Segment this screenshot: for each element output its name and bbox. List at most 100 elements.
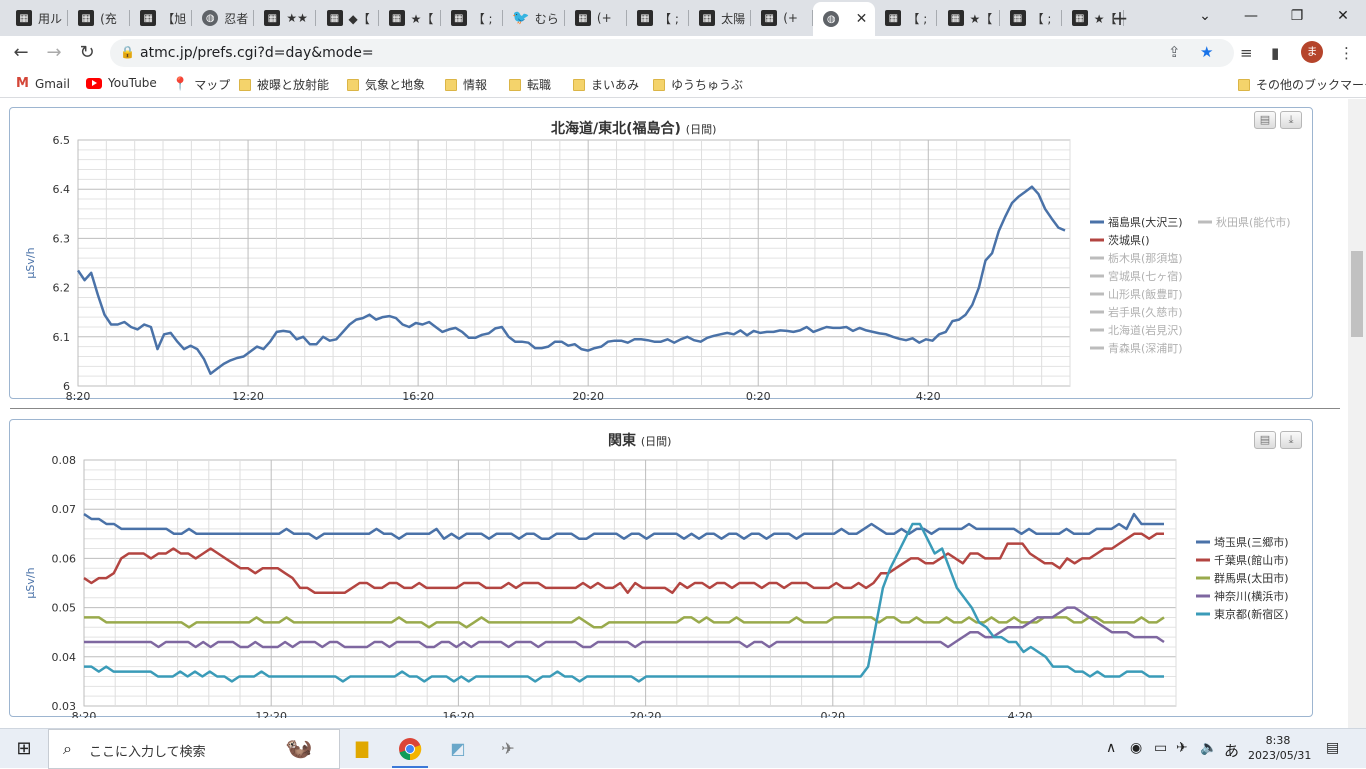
tab-close-icon[interactable]: ✕ — [856, 11, 868, 27]
tab[interactable]: ▦ ★【 — [379, 4, 441, 32]
bookmark-folder[interactable]: ゆうちゅうぶ — [653, 76, 743, 93]
minimize-button[interactable]: — — [1238, 4, 1264, 28]
y-tick-label: 6.1 — [53, 331, 71, 344]
legend-item[interactable]: 福島県(大沢三) — [1090, 215, 1183, 229]
media-control-icon[interactable]: ≡ — [1240, 44, 1253, 62]
bookmark-maps[interactable]: 📍 マップ — [172, 76, 230, 93]
dark-site-icon: ▦ — [699, 10, 716, 26]
legend-item[interactable]: 宮城県(七ヶ宿) — [1090, 269, 1183, 283]
reload-icon[interactable]: ↻ — [74, 40, 100, 66]
legend-item[interactable]: 神奈川(横浜市) — [1196, 589, 1289, 603]
bookmark-folder[interactable]: 被曝と放射能 — [239, 76, 329, 93]
bookmark-folder[interactable]: 情報 — [445, 76, 487, 93]
legend-item[interactable]: 千葉県(館山市) — [1196, 553, 1289, 567]
notepad-icon[interactable]: ◩ — [446, 737, 470, 761]
bookmark-folder[interactable]: まいあみ — [573, 76, 639, 93]
app-icon[interactable]: ✈ — [496, 737, 520, 761]
search-icon: ⌕ — [63, 739, 72, 758]
forward-icon[interactable]: → — [41, 40, 67, 66]
dark-site-icon: ▦ — [761, 10, 778, 26]
legend-label: 群馬県(太田市) — [1214, 571, 1289, 585]
restore-button[interactable]: ❐ — [1284, 4, 1310, 28]
legend-item[interactable]: 茨城県() — [1090, 233, 1150, 247]
legend-item[interactable]: 青森県(深浦町) — [1090, 341, 1183, 355]
dark-site-icon: ▦ — [264, 10, 281, 26]
battery-icon[interactable]: ▭ — [1154, 740, 1167, 756]
tab[interactable]: ▦ 【 ; — [441, 4, 503, 32]
legend-item[interactable]: 栃木県(那須塩) — [1090, 251, 1183, 265]
network-icon[interactable]: ✈ — [1176, 740, 1188, 756]
tab[interactable]: ▦ (+ — [751, 4, 814, 32]
chrome-icon[interactable] — [398, 737, 422, 761]
bookmark-star-icon[interactable]: ★ — [1200, 43, 1213, 61]
dark-site-icon: ▦ — [140, 10, 157, 26]
bookmark-folder[interactable]: 気象と地象 — [347, 76, 425, 93]
tab[interactable]: ▦ 【 ; — [627, 4, 690, 32]
tab-title: 用ル — [38, 11, 63, 26]
legend-item[interactable]: 埼玉県(三郷市) — [1196, 535, 1289, 549]
legend-label: 宮城県(七ヶ宿) — [1108, 269, 1183, 283]
folder-icon — [509, 78, 521, 91]
new-tab-button[interactable]: + — [1108, 6, 1132, 30]
lock-icon[interactable]: 🔒 — [120, 45, 135, 59]
bookmark-folder[interactable]: 転職 — [509, 76, 551, 93]
legend-item[interactable]: 秋田県(能代市) — [1198, 215, 1291, 229]
line-chart: 0.030.040.050.060.070.088:20 12:20 16:20 20… — [24, 454, 1289, 718]
notification-icon[interactable]: ▤ — [1326, 740, 1339, 756]
share-icon[interactable]: ⇪ — [1168, 43, 1181, 61]
scrollbar[interactable] — [1348, 99, 1366, 728]
dark-site-icon: ▦ — [78, 10, 95, 26]
chevron-up-icon[interactable]: ∧ — [1106, 740, 1116, 756]
tab[interactable]: ▦ 太陽 — [689, 4, 752, 32]
legend-item[interactable]: 岩手県(久慈市) — [1090, 305, 1183, 319]
tab-active[interactable]: ◍ ✕ — [813, 2, 876, 36]
volume-icon[interactable]: 🔈 — [1200, 740, 1217, 756]
clock[interactable]: 8:38 2023/05/31 — [1248, 733, 1311, 763]
legend-item[interactable]: 北海道(岩見沢) — [1090, 323, 1183, 337]
tab[interactable]: ▦ 【旭 — [130, 4, 193, 32]
tab[interactable]: ▦ ◆【 — [317, 4, 379, 32]
profile-avatar[interactable]: ま — [1301, 41, 1323, 63]
side-panel-icon[interactable]: ▮ — [1271, 44, 1279, 62]
folder-icon — [239, 78, 251, 91]
tab-strip: ▦ 用ル ▦ (充 ▦ 【旭 ◍ 忍者 ▦ ★★ ▦ ◆【 ▦ ★【 ▦ 【 ; 🐦 むら ▦ (+ ▦ 【 ; ▦ 太陽 ▦ (… — [0, 0, 1366, 36]
meet-icon[interactable]: ◉ — [1130, 740, 1142, 756]
tab[interactable]: ◍ 忍者 — [192, 4, 255, 32]
file-explorer-icon[interactable]: ▇ — [350, 737, 374, 761]
bookmarks-bar: M Gmail YouTube 📍 マップ 被曝と放射能 気象と地象 情報 転職… — [0, 70, 1366, 98]
gmail-icon: M — [16, 76, 29, 91]
tab[interactable]: ▦ ★【 — [938, 4, 1000, 32]
x-tick-label: 20:20 — [630, 710, 662, 718]
tab[interactable]: ▦ 【 ; — [875, 4, 938, 32]
ime-indicator[interactable]: あ — [1224, 740, 1239, 761]
legend-label: 東京都(新宿区) — [1214, 607, 1289, 621]
scrollbar-thumb[interactable] — [1351, 251, 1363, 337]
tab-search-icon[interactable]: ⌄ — [1192, 4, 1218, 28]
menu-icon[interactable]: ⋮ — [1339, 44, 1354, 62]
otter-icon[interactable]: 🦦 — [268, 737, 330, 761]
other-bookmarks[interactable]: その他のブックマーク — [1238, 76, 1366, 93]
y-axis-label: μSv/h — [24, 567, 37, 598]
tab[interactable]: 🐦 むら — [503, 4, 565, 32]
url-text[interactable]: atmc.jp/prefs.cgi?d=day&mode= — [140, 45, 374, 61]
legend-label: 栃木県(那須塩) — [1108, 251, 1183, 265]
legend-item[interactable]: 群馬県(太田市) — [1196, 571, 1289, 585]
legend-label: 埼玉県(三郷市) — [1214, 535, 1289, 549]
tab[interactable]: ▦ 用ル — [6, 4, 69, 32]
legend-item[interactable]: 東京都(新宿区) — [1196, 607, 1289, 621]
tab[interactable]: ▦ 【 ; — [1000, 4, 1062, 32]
tab[interactable]: ▦ (充 — [68, 4, 131, 32]
address-bar[interactable]: 🔒 atmc.jp/prefs.cgi?d=day&mode= ⇪ ★ — [110, 39, 1234, 67]
windows-start-icon[interactable]: ⊞ — [12, 737, 36, 761]
back-icon[interactable]: ← — [8, 40, 34, 66]
bookmark-gmail[interactable]: M Gmail — [16, 76, 70, 91]
tab-title: むら — [534, 11, 559, 26]
legend-item[interactable]: 山形県(飯豊町) — [1090, 287, 1183, 301]
x-tick-label: 0:20 — [820, 710, 845, 718]
x-tick-label: 8:20 — [72, 710, 97, 718]
tab[interactable]: ▦ ★★ — [254, 4, 317, 32]
window-close-button[interactable]: ✕ — [1330, 4, 1356, 28]
browser-toolbar: ← → ↻ 🔒 atmc.jp/prefs.cgi?d=day&mode= ⇪ … — [0, 36, 1366, 70]
tab[interactable]: ▦ (+ — [565, 4, 627, 32]
bookmark-youtube[interactable]: YouTube — [86, 76, 157, 90]
